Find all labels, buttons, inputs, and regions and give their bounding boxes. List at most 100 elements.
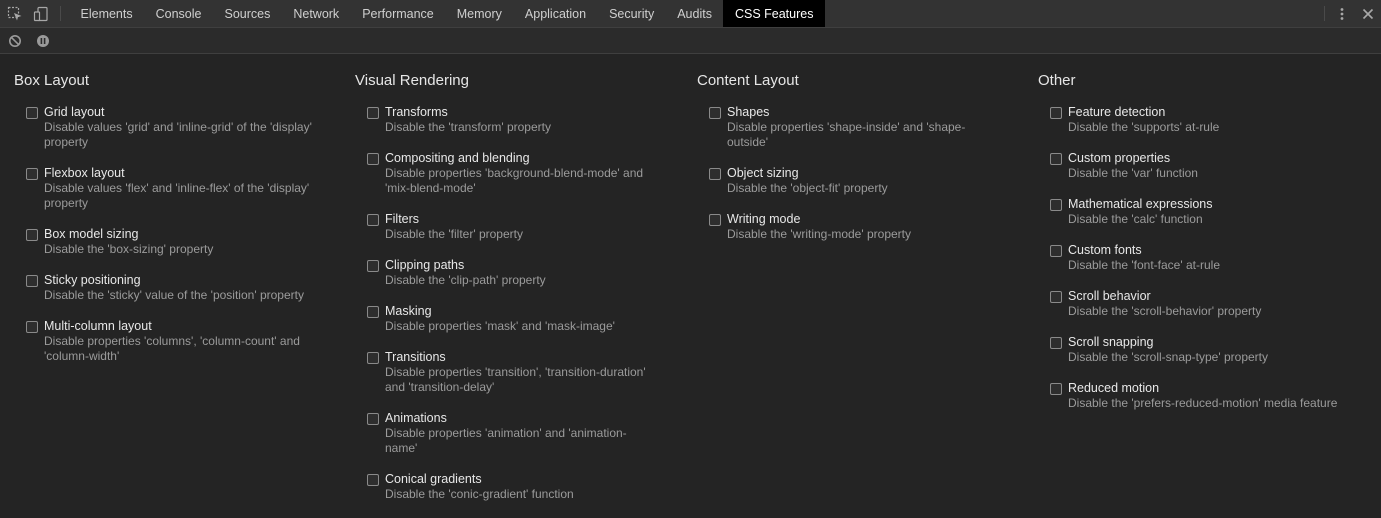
feature-option[interactable]: Feature detection Disable the 'supports' … [1050, 105, 1350, 135]
option-text: Compositing and blending Disable properti… [385, 151, 655, 196]
feature-checkbox[interactable] [26, 229, 38, 241]
feature-option[interactable]: Masking Disable properties 'mask' and 'ma… [367, 304, 667, 334]
option-description: Disable the 'writing-mode' property [727, 227, 911, 241]
tab-application[interactable]: Application [513, 0, 597, 27]
feature-checkbox[interactable] [26, 321, 38, 333]
feature-checkbox[interactable] [1050, 337, 1062, 349]
tab-sources[interactable]: Sources [213, 0, 282, 27]
feature-option[interactable]: Writing mode Disable the 'writing-mode' p… [709, 212, 1009, 242]
feature-option[interactable]: Box model sizing Disable the 'box-sizing'… [26, 227, 326, 257]
option-label[interactable]: Conical gradients [385, 472, 655, 487]
feature-checkbox[interactable] [367, 107, 379, 119]
option-label[interactable]: Clipping paths [385, 258, 655, 273]
feature-option[interactable]: Multi-column layout Disable properties 'c… [26, 319, 326, 364]
feature-checkbox[interactable] [1050, 107, 1062, 119]
option-label[interactable]: Scroll snapping [1068, 335, 1338, 350]
feature-checkbox[interactable] [709, 168, 721, 180]
option-description: Disable the 'filter' property [385, 227, 523, 241]
feature-option[interactable]: Custom fonts Disable the 'font-face' at-r… [1050, 243, 1350, 273]
option-description: Disable the 'box-sizing' property [44, 242, 214, 256]
feature-option[interactable]: Transforms Disable the 'transform' proper… [367, 105, 667, 135]
feature-checkbox[interactable] [367, 352, 379, 364]
option-text: Reduced motion Disable the 'prefers-reduc… [1068, 381, 1338, 411]
option-text: Scroll snapping Disable the 'scroll-snap-… [1068, 335, 1338, 365]
tab-performance[interactable]: Performance [351, 0, 446, 27]
feature-checkbox[interactable] [1050, 153, 1062, 165]
feature-checkbox[interactable] [1050, 199, 1062, 211]
option-label[interactable]: Filters [385, 212, 655, 227]
tab-network[interactable]: Network [282, 0, 351, 27]
feature-option[interactable]: Filters Disable the 'filter' property [367, 212, 667, 242]
feature-option[interactable]: Clipping paths Disable the 'clip-path' pr… [367, 258, 667, 288]
option-label[interactable]: Masking [385, 304, 655, 319]
feature-checkbox[interactable] [1050, 245, 1062, 257]
device-toolbar-icon[interactable] [28, 0, 54, 27]
feature-checkbox[interactable] [1050, 383, 1062, 395]
kebab-menu-icon[interactable] [1329, 0, 1355, 27]
feature-checkbox[interactable] [26, 107, 38, 119]
tab-console[interactable]: Console [144, 0, 213, 27]
feature-option[interactable]: Custom properties Disable the 'var' funct… [1050, 151, 1350, 181]
feature-option[interactable]: Conical gradients Disable the 'conic-grad… [367, 472, 667, 502]
feature-option[interactable]: Scroll behavior Disable the 'scroll-behav… [1050, 289, 1350, 319]
option-label[interactable]: Box model sizing [44, 227, 314, 242]
option-label[interactable]: Writing mode [727, 212, 997, 227]
feature-option[interactable]: Compositing and blending Disable properti… [367, 151, 667, 196]
feature-option[interactable]: Transitions Disable properties 'transitio… [367, 350, 667, 395]
option-label[interactable]: Animations [385, 411, 655, 426]
option-label[interactable]: Grid layout [44, 105, 314, 120]
option-label[interactable]: Reduced motion [1068, 381, 1338, 396]
tab-audits[interactable]: Audits [666, 0, 724, 27]
toolbar-divider [1324, 6, 1325, 21]
feature-option[interactable]: Shapes Disable properties 'shape-inside' … [709, 105, 1009, 150]
tab-css-features[interactable]: CSS Features [723, 0, 825, 27]
feature-option[interactable]: Grid layout Disable values 'grid' and 'in… [26, 105, 326, 150]
feature-option[interactable]: Flexbox layout Disable values 'flex' and … [26, 166, 326, 211]
pause-icon[interactable] [34, 32, 51, 49]
option-label[interactable]: Multi-column layout [44, 319, 314, 334]
feature-checkbox[interactable] [367, 413, 379, 425]
option-list: Feature detection Disable the 'supports' … [1050, 105, 1350, 427]
clear-icon[interactable] [6, 32, 23, 49]
feature-checkbox[interactable] [367, 260, 379, 272]
feature-checkbox[interactable] [709, 214, 721, 226]
tab-elements[interactable]: Elements [69, 0, 144, 27]
option-label[interactable]: Custom fonts [1068, 243, 1338, 258]
inspect-element-icon[interactable] [2, 0, 28, 27]
option-label[interactable]: Shapes [727, 105, 997, 120]
option-label[interactable]: Compositing and blending [385, 151, 655, 166]
option-description: Disable values 'grid' and 'inline-grid' … [44, 120, 312, 149]
option-label[interactable]: Custom properties [1068, 151, 1338, 166]
option-label[interactable]: Feature detection [1068, 105, 1338, 120]
feature-option[interactable]: Mathematical expressions Disable the 'cal… [1050, 197, 1350, 227]
option-label[interactable]: Object sizing [727, 166, 997, 181]
option-label[interactable]: Transitions [385, 350, 655, 365]
feature-option[interactable]: Object sizing Disable the 'object-fit' pr… [709, 166, 1009, 196]
feature-option[interactable]: Animations Disable properties 'animation'… [367, 411, 667, 456]
option-label[interactable]: Mathematical expressions [1068, 197, 1338, 212]
feature-option[interactable]: Scroll snapping Disable the 'scroll-snap-… [1050, 335, 1350, 365]
feature-checkbox[interactable] [26, 275, 38, 287]
feature-checkbox[interactable] [367, 306, 379, 318]
option-description: Disable properties 'animation' and 'anim… [385, 426, 627, 455]
option-description: Disable properties 'transition', 'transi… [385, 365, 646, 394]
feature-checkbox[interactable] [709, 107, 721, 119]
feature-checkbox[interactable] [26, 168, 38, 180]
feature-option[interactable]: Reduced motion Disable the 'prefers-reduc… [1050, 381, 1350, 411]
close-icon[interactable] [1355, 0, 1381, 27]
option-label[interactable]: Transforms [385, 105, 655, 120]
feature-checkbox[interactable] [367, 153, 379, 165]
feature-checkbox[interactable] [367, 474, 379, 486]
option-list: Transforms Disable the 'transform' proper… [367, 105, 667, 518]
option-label[interactable]: Scroll behavior [1068, 289, 1338, 304]
feature-option[interactable]: Sticky positioning Disable the 'sticky' v… [26, 273, 326, 303]
option-list: Grid layout Disable values 'grid' and 'in… [26, 105, 326, 380]
option-label[interactable]: Flexbox layout [44, 166, 314, 181]
option-label[interactable]: Sticky positioning [44, 273, 314, 288]
tab-memory[interactable]: Memory [445, 0, 513, 27]
tab-security[interactable]: Security [598, 0, 666, 27]
feature-checkbox[interactable] [1050, 291, 1062, 303]
panel-tabs: Elements Console Sources Network Performance… [69, 0, 825, 27]
option-description: Disable values 'flex' and 'inline-flex' … [44, 181, 310, 210]
feature-checkbox[interactable] [367, 214, 379, 226]
